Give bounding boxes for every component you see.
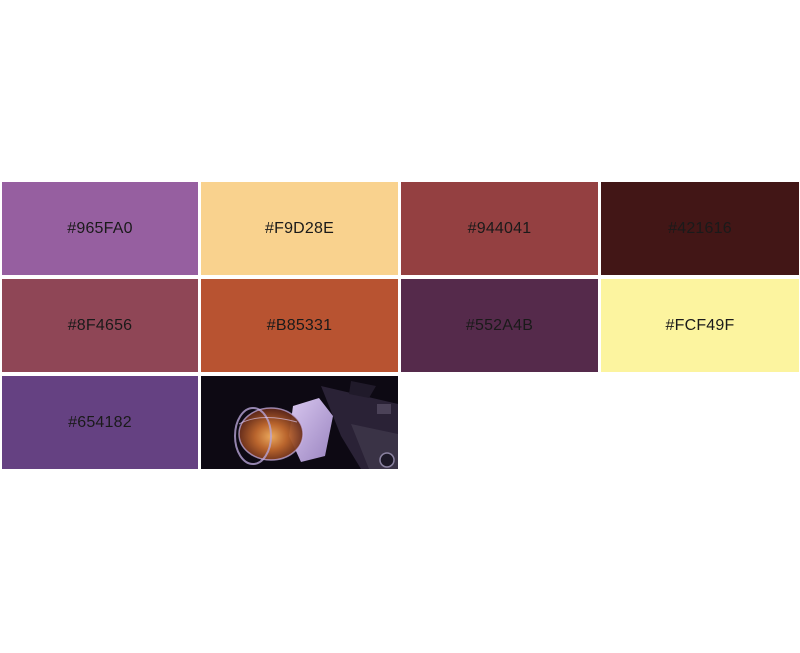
- swatch-hex-label: #B85331: [266, 316, 333, 334]
- swatch-hex-label: #421616: [668, 219, 732, 237]
- swatch-hex-label: #FCF49F: [665, 316, 735, 334]
- source-photo: [201, 376, 398, 469]
- palette-grid: #965FA0 #F9D28E #944041 #421616 #8F4656 …: [2, 182, 799, 469]
- swatch-hex-label: #944041: [467, 219, 532, 237]
- swatch-hex-label: #F9D28E: [265, 219, 334, 237]
- color-swatch: #FCF49F: [601, 279, 799, 372]
- color-swatch: #944041: [401, 182, 598, 275]
- color-swatch: #965FA0: [2, 182, 198, 275]
- swatch-hex-label: #552A4B: [465, 316, 534, 334]
- color-swatch: #F9D28E: [201, 182, 398, 275]
- color-swatch: #552A4B: [401, 279, 598, 372]
- swatch-hex-label: #965FA0: [67, 219, 133, 237]
- glass-photo-illustration: [201, 376, 398, 469]
- swatch-hex-label: #654182: [68, 413, 132, 431]
- color-swatch: #421616: [601, 182, 799, 275]
- color-swatch: #654182: [2, 376, 198, 469]
- color-swatch: #B85331: [201, 279, 398, 372]
- color-swatch: #8F4656: [2, 279, 198, 372]
- swatch-hex-label: #8F4656: [67, 316, 133, 334]
